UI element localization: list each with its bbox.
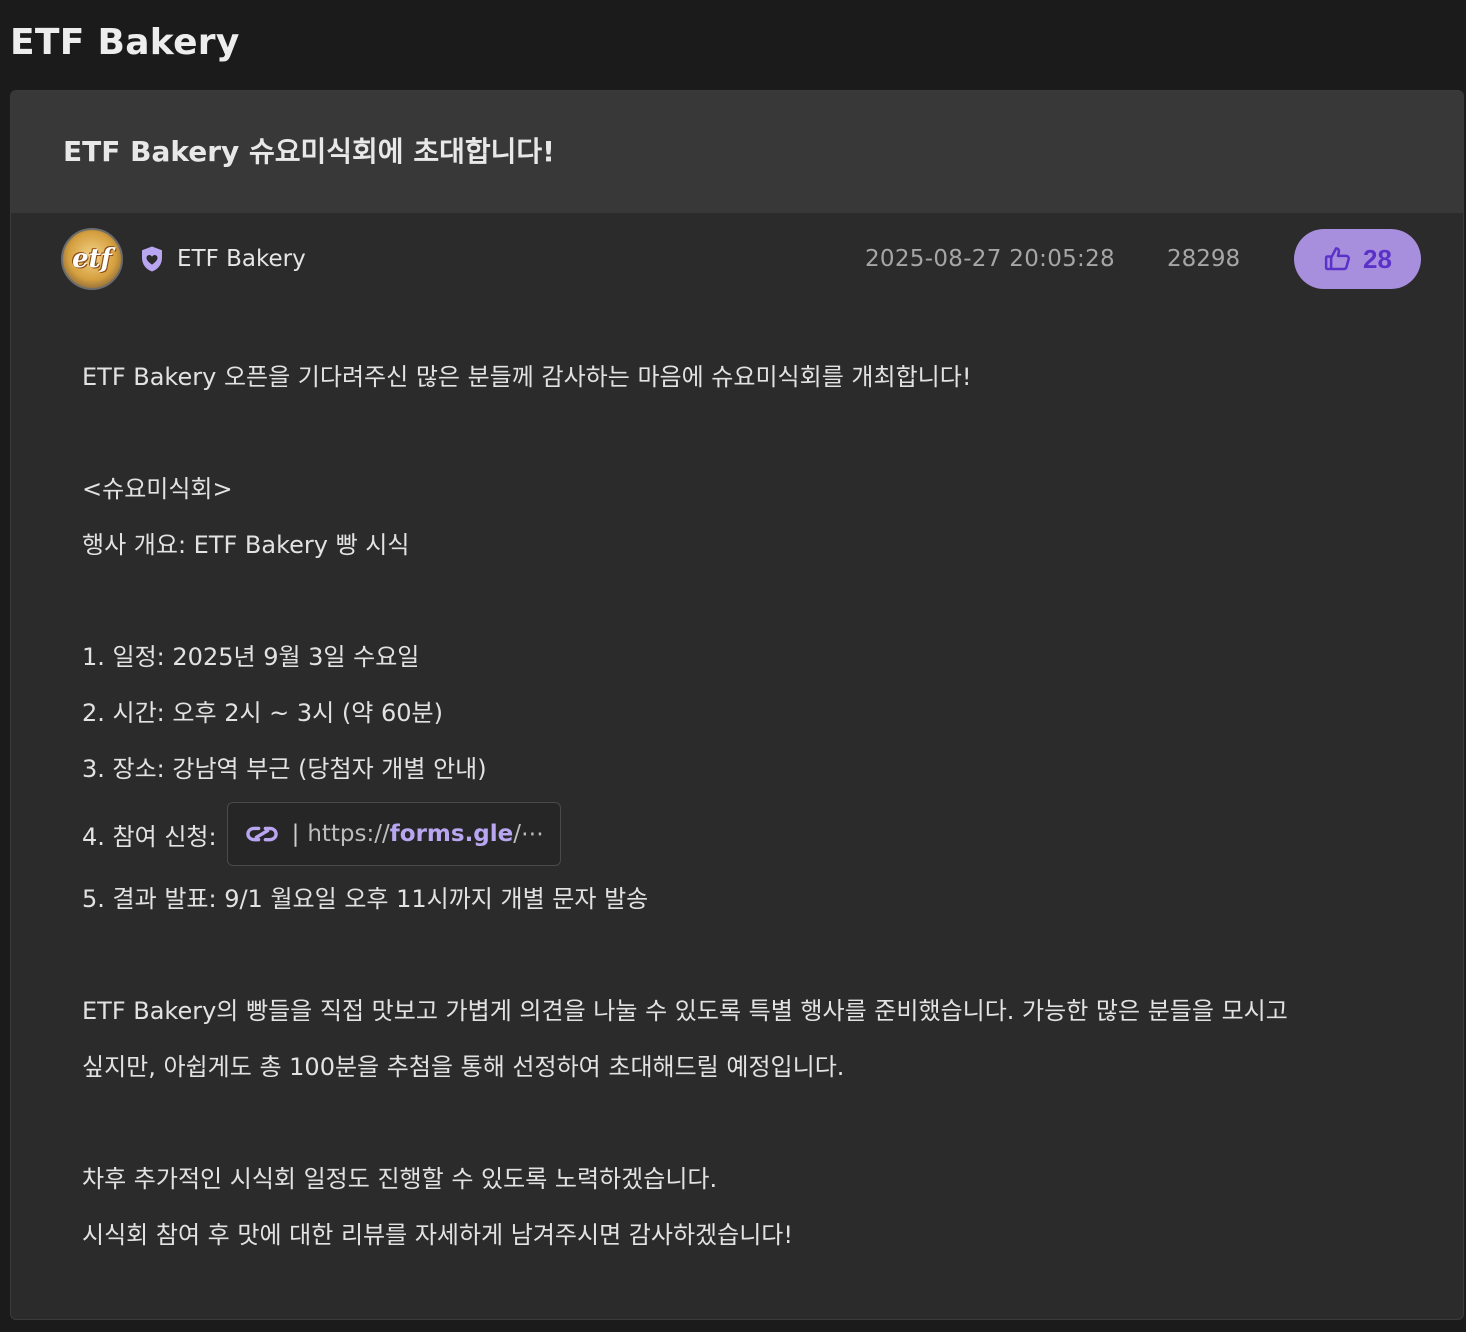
like-count: 28 (1363, 243, 1392, 274)
avatar-text: etf (72, 244, 112, 274)
post-date: 2025-08-27 20:05:28 (865, 246, 1115, 272)
view-count: 28298 (1167, 246, 1241, 272)
body-overview: 행사 개요: ETF Bakery 빵 시식 (82, 531, 410, 559)
body-paragraph-line2: 싶지만, 아쉽게도 총 100분을 추첨을 통해 선정하여 초대해드릴 예정입니… (82, 1053, 845, 1081)
post-meta: etf ETF Bakery 2025-08-27 20:05:28 28298… (11, 213, 1463, 305)
author-name[interactable]: ETF Bakery (177, 246, 306, 272)
thumbs-up-icon (1324, 247, 1351, 271)
post-body: ETF Bakery 오픈을 기다려주신 많은 분들께 감사하는 마음에 슈요미… (11, 305, 1463, 1263)
link-separator: | (291, 821, 300, 847)
apply-label: 4. 참여 신청: (82, 822, 217, 851)
post-header: ETF Bakery 슈요미식회에 초대합니다! (11, 91, 1463, 213)
page-header: ETF Bakery (0, 0, 1466, 90)
body-item-place: 3. 장소: 강남역 부근 (당첨자 개별 안내) (82, 755, 487, 783)
link-prefix: https:// (307, 821, 390, 847)
body-closing-line1: 차후 추가적인 시식회 일정도 진행할 수 있도록 노력하겠습니다. (82, 1165, 718, 1193)
link-chain-icon (245, 826, 278, 842)
post-card: ETF Bakery 슈요미식회에 초대합니다! etf ETF Bakery … (10, 90, 1464, 1320)
link-domain: forms.gle (389, 821, 514, 847)
avatar[interactable]: etf (61, 228, 123, 290)
body-item-result: 5. 결과 발표: 9/1 월요일 오후 11시까지 개별 문자 발송 (82, 885, 649, 913)
body-section-title: <슈요미식회> (82, 475, 233, 503)
body-item-apply: 4. 참여 신청: | https:// forms.gle /⋯ (82, 797, 1463, 871)
shield-heart-icon (142, 246, 162, 272)
like-button[interactable]: 28 (1294, 229, 1421, 289)
body-item-time: 2. 시간: 오후 2시 ~ 3시 (약 60분) (82, 699, 443, 727)
body-item-schedule: 1. 일정: 2025년 9월 3일 수요일 (82, 643, 420, 671)
body-paragraph-line1: ETF Bakery의 빵들을 직접 맛보고 가볍게 의견을 나눌 수 있도록 … (82, 997, 1288, 1025)
apply-link[interactable]: | https:// forms.gle /⋯ (226, 802, 562, 866)
link-suffix: /⋯ (513, 821, 545, 847)
body-intro: ETF Bakery 오픈을 기다려주신 많은 분들께 감사하는 마음에 슈요미… (82, 363, 972, 391)
body-closing-line2: 시식회 참여 후 맛에 대한 리뷰를 자세하게 남겨주시면 감사하겠습니다! (82, 1221, 793, 1249)
page-title: ETF Bakery (10, 21, 240, 63)
post-title: ETF Bakery 슈요미식회에 초대합니다! (63, 135, 555, 168)
